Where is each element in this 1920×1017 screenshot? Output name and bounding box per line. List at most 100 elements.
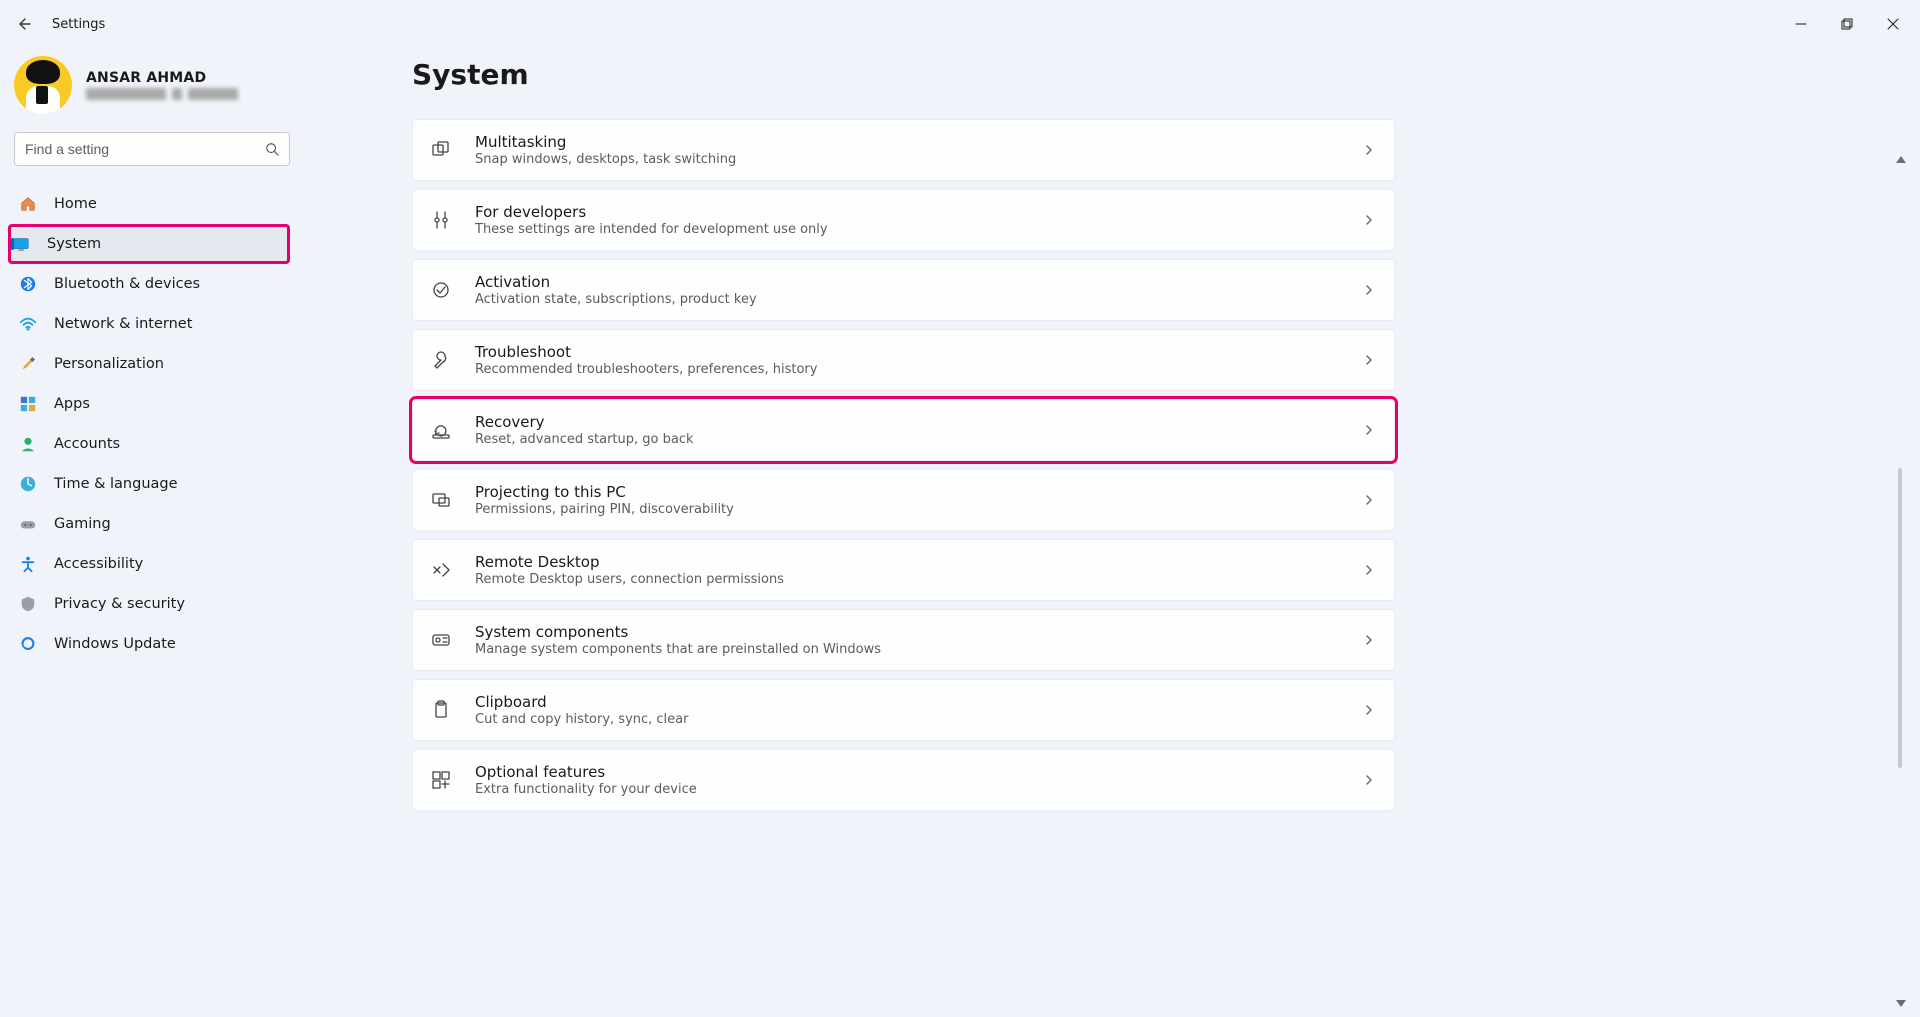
profile-email-redacted bbox=[86, 88, 238, 100]
arrow-left-icon bbox=[15, 16, 31, 32]
chevron-right-icon bbox=[1362, 773, 1376, 787]
card-remote-desktop[interactable]: Remote Desktop Remote Desktop users, con… bbox=[412, 539, 1395, 601]
person-icon bbox=[18, 434, 38, 454]
profile-info: ANSAR AHMAD bbox=[86, 70, 238, 100]
card-recovery[interactable]: Recovery Reset, advanced startup, go bac… bbox=[412, 399, 1395, 461]
card-desc: Manage system components that are preins… bbox=[475, 642, 1338, 657]
settings-list: Multitasking Snap windows, desktops, tas… bbox=[412, 119, 1395, 811]
card-desc: Reset, advanced startup, go back bbox=[475, 432, 1338, 447]
card-desc: Permissions, pairing PIN, discoverabilit… bbox=[475, 502, 1338, 517]
multitasking-icon bbox=[431, 140, 451, 160]
scrollbar-thumb[interactable] bbox=[1898, 468, 1902, 768]
nav-system[interactable]: System bbox=[8, 224, 290, 264]
clipboard-icon bbox=[431, 700, 451, 720]
chevron-right-icon bbox=[1362, 633, 1376, 647]
components-icon bbox=[431, 630, 451, 650]
card-developers[interactable]: For developers These settings are intend… bbox=[412, 189, 1395, 251]
back-button[interactable] bbox=[14, 15, 32, 33]
chevron-right-icon bbox=[1362, 353, 1376, 367]
chevron-right-icon bbox=[1362, 563, 1376, 577]
profile-block[interactable]: ANSAR AHMAD bbox=[0, 56, 300, 128]
clock-globe-icon bbox=[18, 474, 38, 494]
nav-label: Accessibility bbox=[54, 556, 143, 572]
nav-network[interactable]: Network & internet bbox=[8, 304, 290, 344]
projecting-icon bbox=[431, 490, 451, 510]
shield-icon bbox=[18, 594, 38, 614]
card-activation[interactable]: Activation Activation state, subscriptio… bbox=[412, 259, 1395, 321]
nav-label: Windows Update bbox=[54, 636, 176, 652]
card-title: Activation bbox=[475, 273, 1338, 291]
nav-label: Personalization bbox=[54, 356, 164, 372]
card-title: System components bbox=[475, 623, 1338, 641]
chevron-right-icon bbox=[1362, 493, 1376, 507]
card-desc: Snap windows, desktops, task switching bbox=[475, 152, 1338, 167]
brush-icon bbox=[18, 354, 38, 374]
title-bar-left: Settings bbox=[14, 15, 105, 33]
nav-bluetooth[interactable]: Bluetooth & devices bbox=[8, 264, 290, 304]
home-icon bbox=[18, 194, 38, 214]
update-icon bbox=[18, 634, 38, 654]
nav-accounts[interactable]: Accounts bbox=[8, 424, 290, 464]
gamepad-icon bbox=[18, 514, 38, 534]
scroll-up-arrow-icon[interactable] bbox=[1896, 156, 1906, 163]
main-content: System Multitasking Snap windows, deskto… bbox=[300, 48, 1920, 1017]
nav-label: System bbox=[47, 236, 101, 252]
close-icon bbox=[1887, 18, 1899, 30]
card-desc: Recommended troubleshooters, preferences… bbox=[475, 362, 1338, 377]
card-multitasking[interactable]: Multitasking Snap windows, desktops, tas… bbox=[412, 119, 1395, 181]
app-body: ANSAR AHMAD Home System bbox=[0, 48, 1920, 1017]
minimize-icon bbox=[1795, 18, 1807, 30]
card-system-components[interactable]: System components Manage system componen… bbox=[412, 609, 1395, 671]
card-title: Projecting to this PC bbox=[475, 483, 1338, 501]
card-title: Recovery bbox=[475, 413, 1338, 431]
maximize-button[interactable] bbox=[1824, 8, 1870, 40]
card-clipboard[interactable]: Clipboard Cut and copy history, sync, cl… bbox=[412, 679, 1395, 741]
apps-icon bbox=[18, 394, 38, 414]
nav-personalization[interactable]: Personalization bbox=[8, 344, 290, 384]
nav-gaming[interactable]: Gaming bbox=[8, 504, 290, 544]
card-desc: Remote Desktop users, connection permiss… bbox=[475, 572, 1338, 587]
search-box[interactable] bbox=[14, 132, 290, 166]
close-button[interactable] bbox=[1870, 8, 1916, 40]
developers-icon bbox=[431, 210, 451, 230]
search-icon bbox=[265, 142, 279, 156]
card-title: Remote Desktop bbox=[475, 553, 1338, 571]
nav-label: Home bbox=[54, 196, 97, 212]
scroll-down-arrow-icon[interactable] bbox=[1896, 1000, 1906, 1007]
chevron-right-icon bbox=[1362, 703, 1376, 717]
system-icon bbox=[11, 234, 31, 254]
card-desc: Activation state, subscriptions, product… bbox=[475, 292, 1338, 307]
card-desc: Cut and copy history, sync, clear bbox=[475, 712, 1338, 727]
nav-home[interactable]: Home bbox=[8, 184, 290, 224]
accessibility-icon bbox=[18, 554, 38, 574]
recovery-icon bbox=[431, 420, 451, 440]
search-input[interactable] bbox=[25, 141, 255, 157]
bluetooth-icon bbox=[18, 274, 38, 294]
nav-label: Bluetooth & devices bbox=[54, 276, 200, 292]
title-bar: Settings bbox=[0, 0, 1920, 48]
avatar bbox=[14, 56, 72, 114]
nav-apps[interactable]: Apps bbox=[8, 384, 290, 424]
chevron-right-icon bbox=[1362, 423, 1376, 437]
card-title: Troubleshoot bbox=[475, 343, 1338, 361]
wrench-icon bbox=[431, 350, 451, 370]
card-projecting[interactable]: Projecting to this PC Permissions, pairi… bbox=[412, 469, 1395, 531]
profile-name: ANSAR AHMAD bbox=[86, 70, 238, 86]
nav-list: Home System Bluetooth & devices Network … bbox=[0, 184, 300, 664]
card-optional-features[interactable]: Optional features Extra functionality fo… bbox=[412, 749, 1395, 811]
check-circle-icon bbox=[431, 280, 451, 300]
chevron-right-icon bbox=[1362, 213, 1376, 227]
chevron-right-icon bbox=[1362, 143, 1376, 157]
nav-accessibility[interactable]: Accessibility bbox=[8, 544, 290, 584]
window-title: Settings bbox=[52, 17, 105, 32]
nav-label: Gaming bbox=[54, 516, 111, 532]
nav-update[interactable]: Windows Update bbox=[8, 624, 290, 664]
nav-privacy[interactable]: Privacy & security bbox=[8, 584, 290, 624]
nav-time[interactable]: Time & language bbox=[8, 464, 290, 504]
card-troubleshoot[interactable]: Troubleshoot Recommended troubleshooters… bbox=[412, 329, 1395, 391]
nav-label: Accounts bbox=[54, 436, 120, 452]
minimize-button[interactable] bbox=[1778, 8, 1824, 40]
search-container bbox=[0, 128, 300, 184]
card-desc: These settings are intended for developm… bbox=[475, 222, 1338, 237]
card-title: Optional features bbox=[475, 763, 1338, 781]
